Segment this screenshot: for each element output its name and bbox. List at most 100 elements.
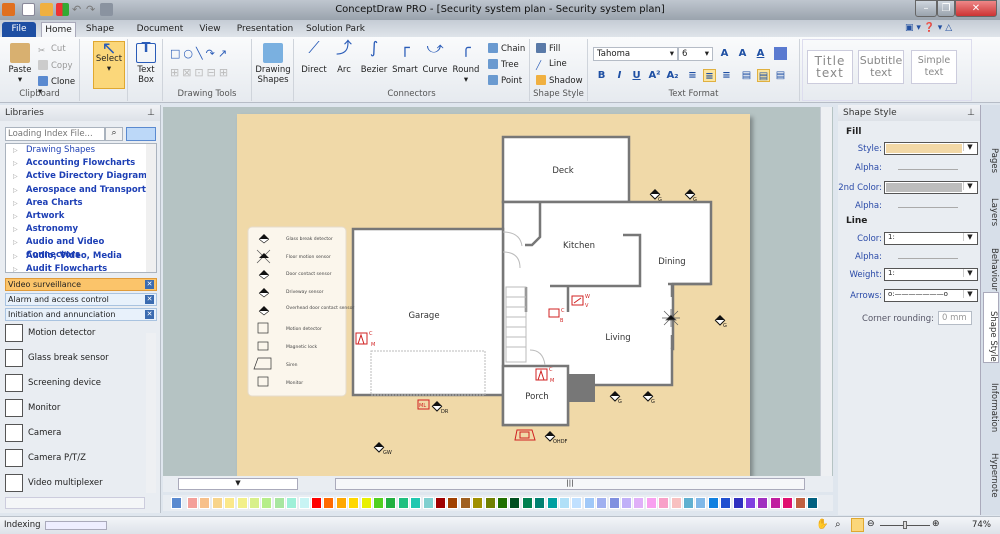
color-swatch[interactable] <box>670 497 682 509</box>
line-color-dropdown[interactable]: 1: <box>884 232 978 245</box>
drawing-edit-icons[interactable]: ⊞⊠⊡⊟⊞ <box>170 66 231 79</box>
color-swatch[interactable] <box>497 497 508 509</box>
shadow-button[interactable]: Shadow <box>536 75 583 86</box>
color-swatch[interactable] <box>596 497 608 509</box>
color-swatch[interactable] <box>249 497 260 509</box>
tree-item[interactable]: Audit Flowcharts <box>6 263 156 272</box>
tree-item[interactable]: Accounting Flowcharts <box>6 157 156 170</box>
connector-round[interactable]: ╭ Round ▾ <box>450 40 482 86</box>
color-swatch[interactable] <box>707 497 719 509</box>
tree-item[interactable]: Audio, Video, Media <box>6 250 156 263</box>
color-swatch[interactable] <box>323 497 335 509</box>
color-swatch[interactable] <box>769 497 781 509</box>
shapes-scrollbar[interactable] <box>146 333 156 493</box>
color-swatch[interactable] <box>633 497 645 509</box>
color-swatch[interactable] <box>757 497 769 509</box>
hand-tool-icon[interactable]: ✋ <box>816 519 828 530</box>
connector-arc[interactable]: ⤴ Arc <box>330 40 358 76</box>
color-swatch[interactable] <box>385 497 397 509</box>
tree-item[interactable]: Active Directory Diagrams <box>6 170 156 183</box>
color-swatch[interactable] <box>658 497 670 509</box>
line-alpha-slider[interactable] <box>898 258 958 259</box>
color-swatch[interactable] <box>521 497 533 509</box>
tab-solution-park[interactable]: Solution Park <box>303 22 368 37</box>
drawing-page[interactable]: Deck Kitchen Dining Garage Living Porch … <box>237 114 750 476</box>
color-swatch[interactable] <box>397 497 409 509</box>
scroll-thumb[interactable]: ||| <box>335 478 805 490</box>
tab-view[interactable]: View <box>195 22 225 37</box>
chain-button[interactable]: Chain <box>488 43 525 54</box>
pin-icon[interactable]: ⊥ <box>967 108 975 118</box>
color-swatch[interactable] <box>211 497 223 509</box>
style-subtitle-text[interactable]: Subtitle text <box>858 50 904 84</box>
fill-alpha-slider[interactable] <box>898 169 958 170</box>
tree-item[interactable]: Audio and Video Connectors <box>6 236 156 260</box>
shapes-hscrollbar[interactable] <box>5 497 145 509</box>
side-tab-behaviour[interactable]: Behaviour <box>983 230 999 291</box>
point-button[interactable]: Point <box>488 75 522 86</box>
color-swatch[interactable] <box>459 497 471 509</box>
color-swatch[interactable] <box>608 497 620 509</box>
style-title-text[interactable]: Title text <box>807 50 853 84</box>
color-swatch[interactable] <box>807 497 818 509</box>
color-swatch[interactable] <box>683 497 694 509</box>
tab-home[interactable]: Home <box>41 22 76 37</box>
color-swatch[interactable] <box>261 497 273 509</box>
color-swatch[interactable] <box>373 497 384 509</box>
color-swatch[interactable] <box>794 497 806 509</box>
shape-video-multiplexer[interactable]: Video multiplexer <box>5 473 145 497</box>
help-icon[interactable]: ▣ ▾ ❓ ▾ △ <box>905 23 952 33</box>
restore-button[interactable]: ❐ <box>937 0 955 17</box>
side-tab-shape-style[interactable]: Shape Style <box>983 292 999 363</box>
align-left-icon[interactable]: ≡ <box>686 69 699 82</box>
page-selector[interactable]: ▼ <box>178 478 298 490</box>
close-icon[interactable]: ✕ <box>145 280 154 289</box>
minimize-button[interactable]: – <box>915 0 937 17</box>
style-simple-text[interactable]: Simple text <box>911 50 957 84</box>
shape-motion-detector[interactable]: Motion detector <box>5 323 145 347</box>
drawing-tool-icons[interactable]: □○╲↷↗ <box>170 47 230 60</box>
color-swatch[interactable] <box>559 497 570 509</box>
shape-camera[interactable]: Camera <box>5 423 145 447</box>
text-box-button[interactable]: T Text Box <box>133 42 159 85</box>
color-swatch[interactable] <box>720 497 732 509</box>
connector-bezier[interactable]: ∫ Bezier <box>358 40 390 76</box>
shape-monitor[interactable]: Monitor <box>5 398 145 422</box>
tab-file[interactable]: File <box>2 22 36 37</box>
color-swatch[interactable] <box>410 497 422 509</box>
color-swatch[interactable] <box>745 497 756 509</box>
library-initiation[interactable]: Initiation and annunciation ✕ <box>5 308 157 321</box>
color-swatch[interactable] <box>435 497 446 509</box>
color-swatch[interactable] <box>782 497 794 509</box>
tree-item[interactable]: Drawing Shapes <box>6 144 156 157</box>
align-top-icon[interactable]: ▤ <box>740 69 753 82</box>
color-swatch[interactable] <box>447 497 459 509</box>
color-swatch[interactable] <box>422 497 434 509</box>
color-swatch[interactable] <box>298 497 310 509</box>
underline-icon[interactable]: U <box>630 69 643 82</box>
search-icon[interactable]: ⌕ <box>105 127 123 141</box>
side-tab-layers[interactable]: Layers <box>983 180 999 226</box>
close-icon[interactable]: ✕ <box>145 310 154 319</box>
tree-item[interactable]: Area Charts <box>6 197 156 210</box>
align-middle-icon[interactable]: ▤ <box>757 69 770 82</box>
color-swatch[interactable] <box>546 497 558 509</box>
fill-button[interactable]: Fill <box>536 43 560 54</box>
library-search-input[interactable] <box>5 127 105 141</box>
color-swatch[interactable] <box>286 497 298 509</box>
superscript-icon[interactable]: A² <box>648 69 661 82</box>
side-tab-hypernote[interactable]: Hypernote <box>983 435 999 498</box>
horizontal-scrollbar[interactable]: ▼ ||| <box>163 476 833 492</box>
color-swatch[interactable] <box>509 497 521 509</box>
color-swatch[interactable] <box>621 497 632 509</box>
shape-screening-device[interactable]: Screening device <box>5 373 145 397</box>
align-bottom-icon[interactable]: ▤ <box>774 69 787 82</box>
color-swatch[interactable] <box>695 497 707 509</box>
cut-button[interactable]: ✂ Cut <box>38 44 66 56</box>
second-color-dropdown[interactable] <box>884 181 978 194</box>
close-button[interactable]: ✕ <box>955 0 997 17</box>
color-swatch[interactable] <box>236 497 248 509</box>
tree-scrollbar[interactable] <box>146 144 156 272</box>
tab-shape[interactable]: Shape <box>80 22 120 37</box>
color-swatch[interactable] <box>732 497 744 509</box>
